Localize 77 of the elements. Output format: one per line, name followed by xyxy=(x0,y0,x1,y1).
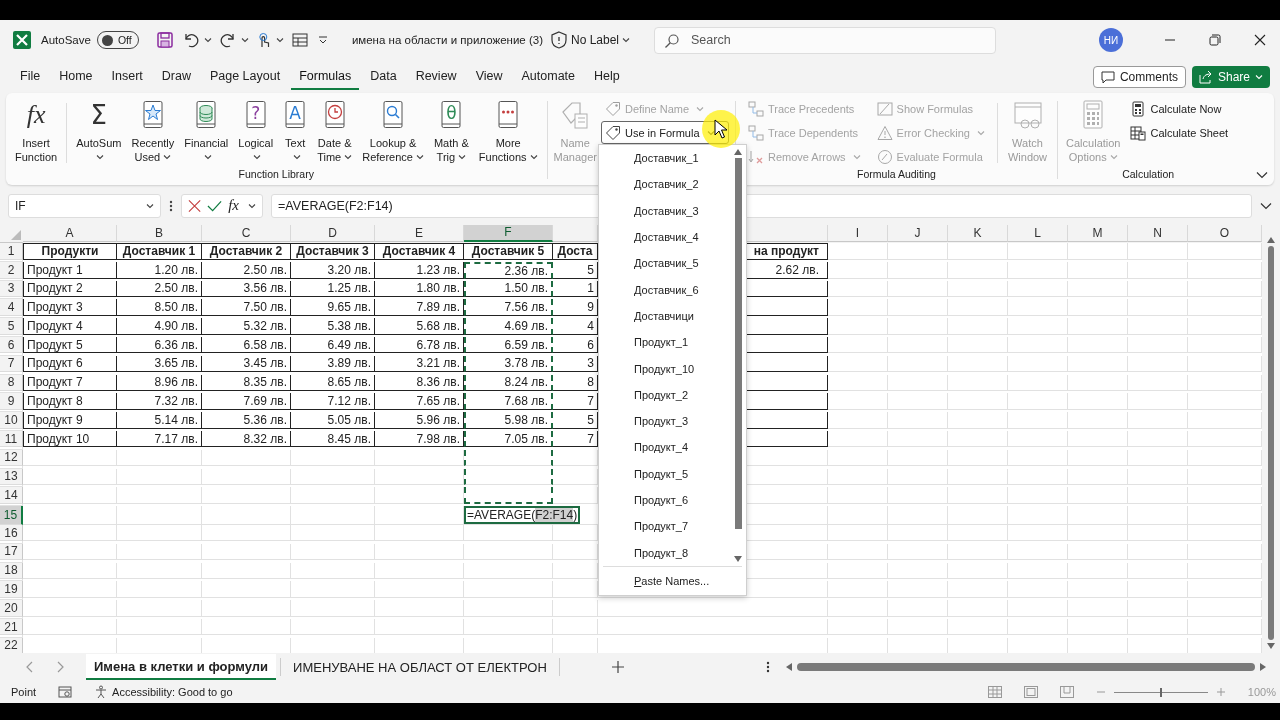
table-cell: 8.45 лв. xyxy=(291,430,375,448)
table-cell: 8.50 лв. xyxy=(117,299,202,316)
table-cell: Продукт 3 xyxy=(23,299,117,316)
table-cell: 1.50 лв. xyxy=(464,280,553,297)
table-cell: 7.56 лв. xyxy=(464,299,553,316)
table-cell: 3.20 лв. xyxy=(291,261,375,280)
table-cell: 1.25 лв. xyxy=(291,280,375,297)
table-cell: Продукт 6 xyxy=(23,355,117,373)
table-cell: 8.35 лв. xyxy=(202,374,291,391)
table-cell: 2.50 лв. xyxy=(202,261,291,280)
table-cell: Продукт 2 xyxy=(23,280,117,297)
column-heading: Доставчик 1 xyxy=(117,243,202,260)
letter-book-icon: A xyxy=(283,100,308,130)
table-cell: 5.38 лв. xyxy=(291,318,375,335)
table-cell: 6.49 лв. xyxy=(291,337,375,354)
column-heading: Доставчик 5 xyxy=(464,243,553,260)
table-cell: 7.05 лв. xyxy=(464,430,553,448)
mode-status: Point xyxy=(11,686,37,698)
table-cell: 3.21 лв. xyxy=(375,355,464,373)
table-cell: 1.20 лв. xyxy=(117,261,202,280)
autosave-label: AutoSave xyxy=(41,34,91,46)
document-title: имена на области и приложение (3) xyxy=(351,34,543,46)
table-cell: Продукт 5 xyxy=(23,337,117,354)
table-cell: Продукт 8 xyxy=(23,393,117,410)
table-cell: 5.68 лв. xyxy=(375,318,464,335)
question-book-icon: ? xyxy=(243,100,268,130)
table-cell: 9.65 лв. xyxy=(291,299,375,316)
table-cell: 6.58 лв. xyxy=(202,337,291,354)
theta-book-icon: θ xyxy=(439,100,464,130)
table-cell: 7.98 лв. xyxy=(375,430,464,448)
table-cell: 8.32 лв. xyxy=(202,430,291,448)
table-cell: 7.68 лв. xyxy=(464,393,553,410)
table-cell: 6.78 лв. xyxy=(375,337,464,354)
column-heading: Продукти xyxy=(23,243,117,260)
table-cell: 3.65 лв. xyxy=(117,355,202,373)
table-cell: 5.14 лв. xyxy=(117,412,202,429)
table-cell: 3.56 лв. xyxy=(202,280,291,297)
table-cell: 5.96 лв. xyxy=(375,412,464,429)
table-cell: 7.17 лв. xyxy=(117,430,202,448)
table-cell: 5.32 лв. xyxy=(202,318,291,335)
table-cell: 7.69 лв. xyxy=(202,393,291,410)
column-heading: Доставчик 4 xyxy=(375,243,464,260)
table-cell: 7.32 лв. xyxy=(117,393,202,410)
table-cell: 8.65 лв. xyxy=(291,374,375,391)
table-cell: Продукт 1 xyxy=(23,261,117,280)
table-cell: Продукт 9 xyxy=(23,412,117,429)
table-cell: 2.50 лв. xyxy=(117,280,202,297)
table-cell: 8.36 лв. xyxy=(375,374,464,391)
table-cell: 4.69 лв. xyxy=(464,318,553,335)
table-cell: 7.65 лв. xyxy=(375,393,464,410)
table-cell: 8.96 лв. xyxy=(117,374,202,391)
table-cell: 1.23 лв. xyxy=(375,261,464,280)
function-icon: fx xyxy=(26,100,46,130)
sigma-icon: Σ xyxy=(90,100,108,130)
table-cell: 5.36 лв. xyxy=(202,412,291,429)
column-heading: Доставчик 3 xyxy=(291,243,375,260)
table-cell: 5.05 лв. xyxy=(291,412,375,429)
group-label: Calculation xyxy=(1122,168,1175,182)
column-heading: Доставчик 2 xyxy=(202,243,291,260)
table-cell: Продукт 10 xyxy=(23,430,117,448)
table-cell: 6.59 лв. xyxy=(464,337,553,354)
table-cell: 1.80 лв. xyxy=(375,280,464,297)
table-cell: Продукт 7 xyxy=(23,374,117,391)
table-cell: 4.90 лв. xyxy=(117,318,202,335)
table-cell: Продукт 4 xyxy=(23,318,117,335)
table-cell: 3.89 лв. xyxy=(291,355,375,373)
group-label: Function Library xyxy=(238,168,314,182)
table-cell: 3.78 лв. xyxy=(464,355,553,373)
table-cell: 7.50 лв. xyxy=(202,299,291,316)
table-cell: 3.45 лв. xyxy=(202,355,291,373)
table-cell: 7.89 лв. xyxy=(375,299,464,316)
table-cell: 8.24 лв. xyxy=(464,374,553,391)
group-label: Formula Auditing xyxy=(857,168,936,182)
table-cell: 6.36 лв. xyxy=(117,337,202,354)
table-cell: 5.98 лв. xyxy=(464,412,553,429)
table-cell: 2.36 лв. xyxy=(464,261,553,280)
table-cell: 7.12 лв. xyxy=(291,393,375,410)
